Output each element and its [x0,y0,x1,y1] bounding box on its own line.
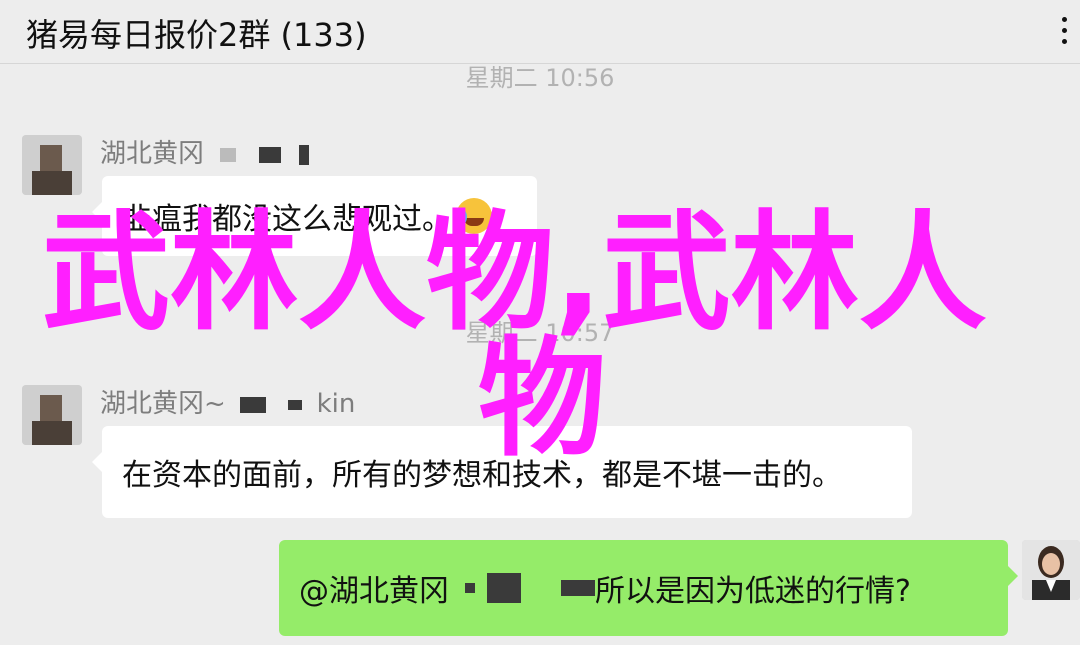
avatar-image [22,135,82,195]
redacted-block [465,583,475,593]
redacted-block [298,144,309,165]
redacted-block [288,399,303,410]
message-timestamp: 星期二 10:56 [465,64,615,92]
watermark-overlay-line1: 武林人物,武林人 [42,199,987,348]
message-bubble-self[interactable]: @湖北黄冈 所以是因为低迷的行情? [279,540,1018,636]
redacted-block [258,146,281,163]
avatar[interactable] [22,135,82,195]
message-text: 所以是因为低迷的行情? [595,574,911,609]
sender-name-text: 湖北黄冈~ [100,389,226,419]
chat-title: 猪易每日报价2群 (133) [26,16,367,54]
watermark-overlay-line2: 物 [478,325,607,474]
redacted-block [561,580,595,596]
sender-name: 湖北黄冈 [100,133,309,170]
redacted-block [487,573,521,603]
sender-name: 湖北黄冈~ kin [100,383,355,420]
mention-text: @湖北黄冈 [299,574,449,609]
more-vertical-icon[interactable] [1062,17,1068,47]
redacted-block [240,396,267,413]
avatar-image [22,385,82,445]
sender-name-text: 湖北黄冈 [100,139,205,169]
avatar-image [1022,540,1080,600]
chat-header: 猪易每日报价2群 (133) [0,0,1080,64]
redacted-block [220,147,237,162]
avatar[interactable] [22,385,82,445]
sender-name-tail: kin [316,389,356,419]
avatar-self[interactable] [1022,540,1080,600]
